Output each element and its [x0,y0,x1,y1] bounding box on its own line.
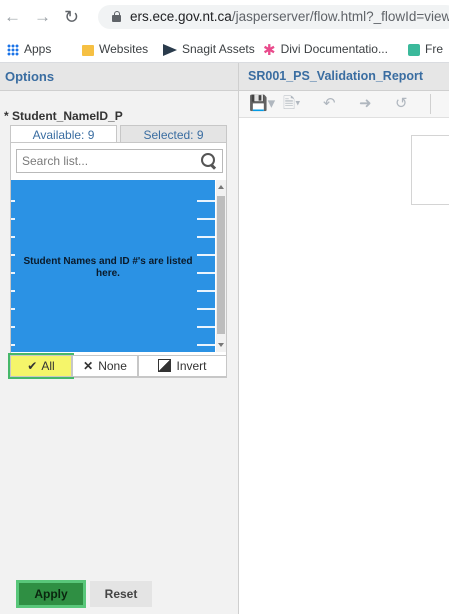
bookmarks-bar: Apps Websites Snagit Assets ✱ Divi Docume… [0,36,449,63]
report-title: SR001_PS_Validation_Report [248,69,424,83]
toolbar-divider [430,94,431,114]
export-icon[interactable]: 🗎▾ [283,96,301,112]
blurred-list-message: Student Names and ID #'s are listed here… [23,256,193,279]
scroll-up-arrow-icon[interactable] [218,185,224,189]
search-placeholder: Search list... [22,154,89,168]
report-page-preview [411,135,449,205]
invert-label: Invert [176,359,207,373]
url-text: ers.ece.gov.nt.ca/jasperserver/flow.html… [130,9,449,24]
bookmark-label: Divi Documentatio... [280,42,388,56]
bookmark-label: Fre [425,42,443,56]
search-icon[interactable] [200,152,218,170]
options-panel: Options * Student_NameID_P Available: 9 … [0,63,239,614]
bookmark-fre[interactable]: Fre [408,41,443,57]
report-panel: SR001_PS_Validation_Report 💾▾ 🗎▾ ↶ ➜ ↺ [239,63,449,614]
divi-star-icon: ✱ [263,42,276,59]
blurred-student-list[interactable]: Student Names and ID #'s are listed here… [11,180,215,352]
reload-icon[interactable]: ↻ [64,7,79,27]
options-panel-title: Options [5,69,55,84]
browser-address-bar: ← → ↻ ers.ece.gov.nt.ca/jasperserver/flo… [0,0,449,36]
bookmark-divi-documentation[interactable]: ✱ Divi Documentatio... [263,41,388,59]
bookmark-app-icon [408,44,420,56]
tab-available[interactable]: Available: 9 [10,125,117,143]
bookmark-label: Snagit Assets [182,42,255,56]
list-scrollbar[interactable] [216,180,226,352]
select-all-label: All [41,359,55,373]
bookmark-snagit-assets[interactable]: Snagit Assets [163,41,255,57]
invert-selection-button[interactable]: Invert [138,355,227,377]
apps-grid-icon [7,44,19,56]
scroll-down-arrow-icon[interactable] [218,343,224,347]
x-icon: ✕ [83,359,94,373]
selection-buttons: ✔ All ✕ None Invert [8,353,227,379]
bookmark-label: Apps [24,42,52,56]
redo-icon[interactable]: ➜ [359,96,372,112]
multi-select-list: Search list... Student Names and ID #'s … [10,142,227,378]
report-toolbar: 💾▾ 🗎▾ ↶ ➜ ↺ [239,91,449,118]
lock-icon [112,11,121,22]
apply-button[interactable]: Apply [16,580,86,608]
options-panel-header: Options [0,63,238,91]
bookmark-apps[interactable]: Apps [7,41,51,57]
forward-arrow-icon[interactable]: → [34,7,51,27]
select-none-label: None [98,359,127,373]
reset-button[interactable]: Reset [90,581,152,607]
invert-icon [158,359,172,372]
save-icon[interactable]: 💾▾ [249,96,275,112]
undo-all-icon[interactable]: ↺ [395,96,408,112]
scrollbar-thumb[interactable] [217,196,225,334]
parameter-label: * Student_NameID_P [4,109,123,123]
bookmark-websites[interactable]: Websites [82,41,148,57]
tab-selected[interactable]: Selected: 9 [120,125,227,143]
report-header: SR001_PS_Validation_Report [239,63,449,91]
select-all-button[interactable]: ✔ All [8,353,74,379]
undo-icon[interactable]: ↶ [323,96,336,112]
folder-icon [82,45,94,56]
url-field[interactable]: ers.ece.gov.nt.ca/jasperserver/flow.html… [98,5,449,29]
check-icon: ✔ [27,359,38,373]
url-host: ers.ece.gov.nt.ca [130,9,232,24]
url-path: /jasperserver/flow.html?_flowId=viewR [231,9,449,24]
select-none-button[interactable]: ✕ None [72,355,138,377]
back-arrow-icon[interactable]: ← [4,7,21,27]
snagit-icon [163,44,177,56]
search-input[interactable]: Search list... [16,149,223,173]
bookmark-label: Websites [99,42,149,56]
